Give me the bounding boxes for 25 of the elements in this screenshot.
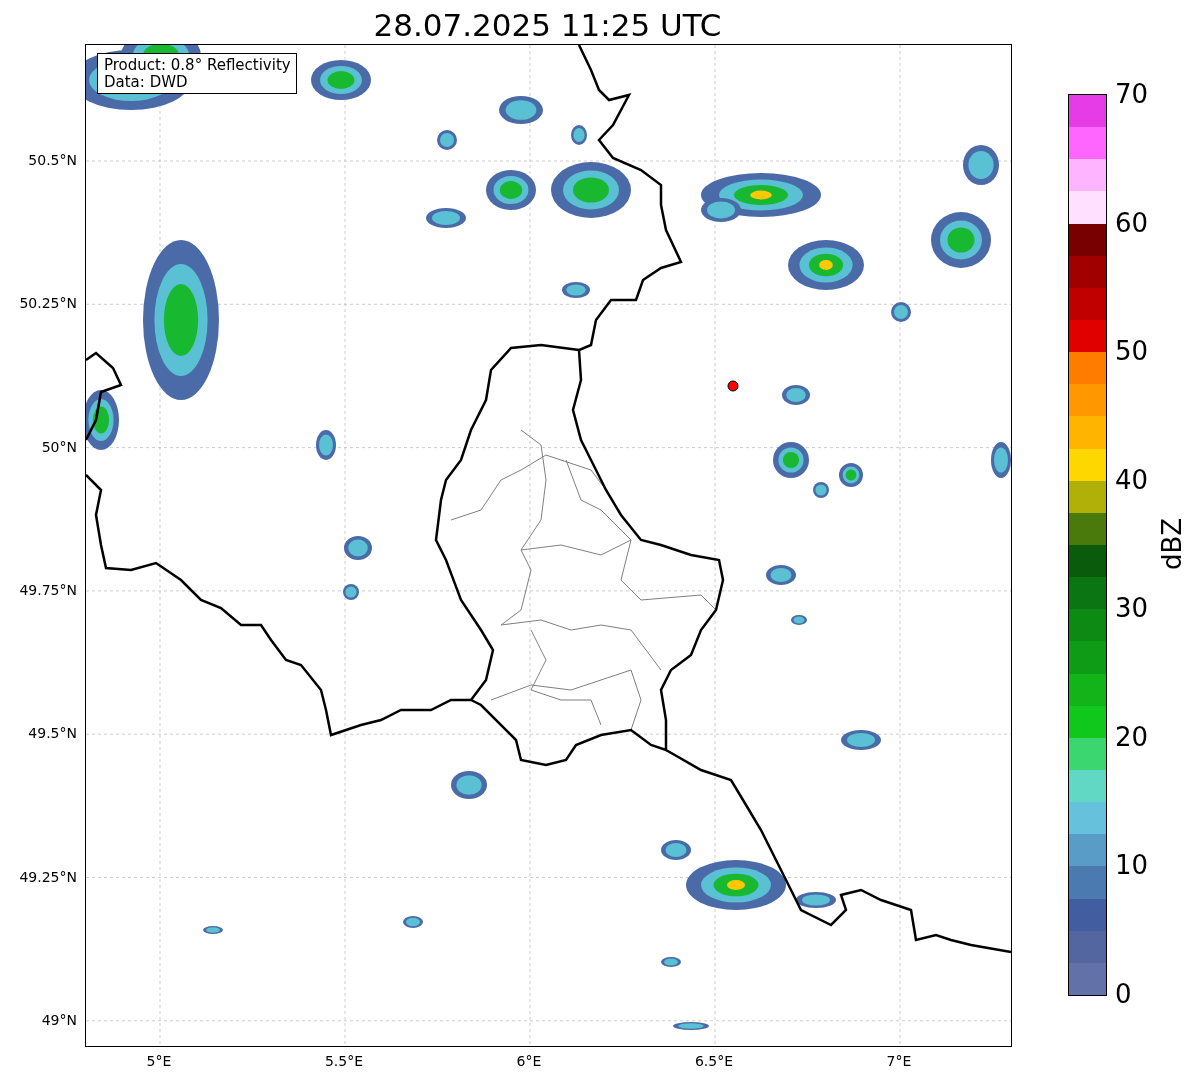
colorbar-tick-label: 40	[1115, 465, 1149, 494]
longitude-tick-label: 6.5°E	[694, 1053, 734, 1069]
info-line: Data: DWD	[104, 74, 189, 91]
colorbar-tick-label: 0	[1115, 980, 1132, 1008]
latitude-tick-label: 49.25°N	[19, 868, 77, 885]
info-line: Product: 0.8° Reflectivity	[104, 57, 291, 74]
colorbar-tick-label: 60	[1115, 208, 1149, 237]
latitude-tick-label: 49.75°N	[19, 581, 77, 598]
latitude-tick-label: 50°N	[41, 438, 77, 455]
colorbar-tick-label: 50	[1115, 337, 1149, 366]
latitude-tick-label: 49.5°N	[28, 725, 77, 742]
colorbar-label: dBZ	[1157, 517, 1187, 571]
colorbar-tick-label: 70	[1115, 80, 1149, 108]
location-dot	[727, 380, 739, 392]
longitude-tick-label: 5.5°E	[324, 1053, 364, 1069]
colorbar-tick-label: 10	[1115, 851, 1149, 880]
latitude-tick-label: 49°N	[41, 1011, 77, 1028]
colorbar-tick-label: 20	[1115, 722, 1149, 751]
latitude-tick-label: 50.25°N	[19, 295, 77, 312]
longitude-tick-label: 6°E	[516, 1053, 542, 1069]
latitude-tick-label: 50.5°N	[28, 152, 77, 168]
colorbar-tick-label: 30	[1115, 594, 1149, 623]
chart-title: 28.07.2025 11:25 UTC	[372, 6, 723, 44]
longitude-tick-label: 5°E	[146, 1053, 172, 1069]
longitude-tick-label: 7°E	[886, 1053, 912, 1069]
